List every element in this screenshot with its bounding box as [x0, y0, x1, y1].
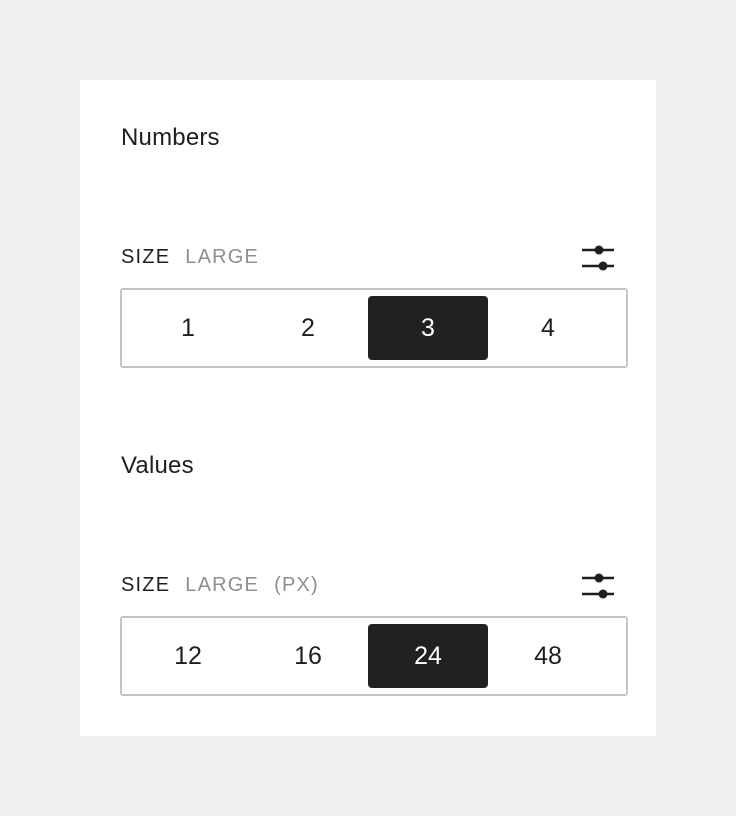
section-title-numbers: Numbers — [121, 124, 220, 151]
size-row-numbers: SIZE LARGE — [121, 239, 615, 275]
size-label: SIZE — [121, 573, 171, 596]
size-unit: (PX) — [274, 573, 319, 596]
option-numbers[interactable]: 3 — [368, 296, 488, 360]
section-title-values: Values — [121, 452, 194, 479]
option-values[interactable]: 12 — [128, 624, 248, 688]
sliders-icon[interactable] — [581, 241, 615, 271]
option-numbers[interactable]: 2 — [248, 296, 368, 360]
size-value: LARGE — [185, 573, 260, 596]
option-values[interactable]: 48 — [488, 624, 608, 688]
option-values[interactable]: 16 — [248, 624, 368, 688]
panel-card: Numbers SIZE LARGE 1 2 3 4 Values SIZE L… — [80, 80, 656, 736]
size-label: SIZE — [121, 245, 171, 268]
sliders-icon[interactable] — [581, 569, 615, 599]
segmented-control-numbers: 1 2 3 4 — [120, 288, 628, 368]
option-numbers[interactable]: 1 — [128, 296, 248, 360]
option-values[interactable]: 24 — [368, 624, 488, 688]
size-row-values: SIZE LARGE (PX) — [121, 567, 615, 603]
option-numbers[interactable]: 4 — [488, 296, 608, 360]
segmented-control-values: 12 16 24 48 — [120, 616, 628, 696]
size-value: LARGE — [185, 245, 260, 268]
